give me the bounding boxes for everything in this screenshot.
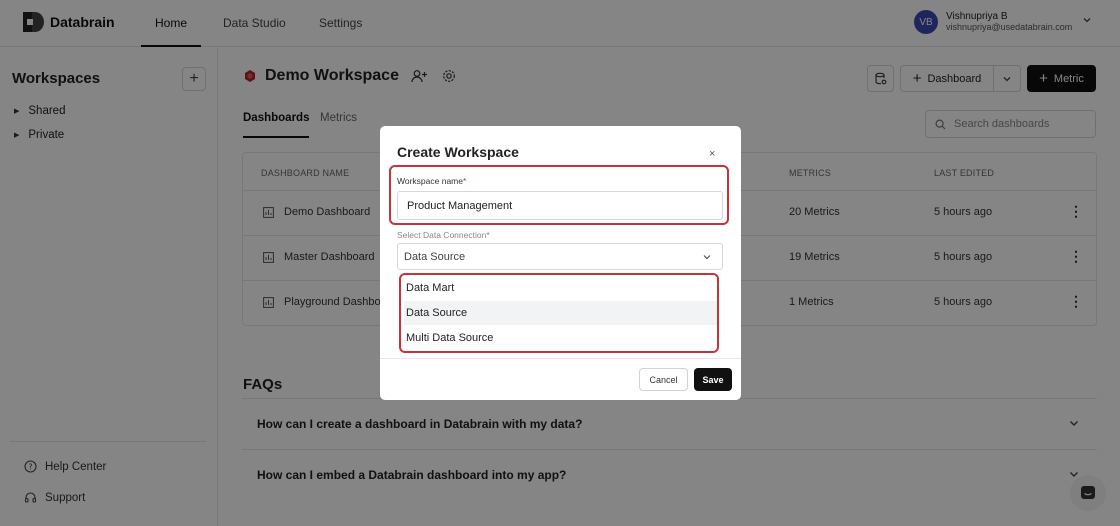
workspace-name-label: Workspace name* [397, 176, 467, 186]
save-button[interactable]: Save [694, 368, 732, 391]
data-connection-value: Data Source [404, 250, 466, 263]
cancel-button[interactable]: Cancel [639, 368, 688, 391]
create-workspace-modal: Create Workspace × Workspace name* Produ… [380, 126, 741, 400]
modal-footer-divider [380, 358, 741, 359]
data-connection-label: Select Data Connection* [397, 230, 490, 240]
data-connection-select[interactable]: Data Source [397, 243, 723, 270]
close-icon[interactable]: × [709, 148, 715, 160]
workspace-name-input[interactable]: Product Management [397, 191, 723, 220]
chevron-down-icon [703, 254, 711, 259]
modal-title: Create Workspace [397, 144, 519, 160]
dropdown-options-highlight [399, 273, 719, 353]
